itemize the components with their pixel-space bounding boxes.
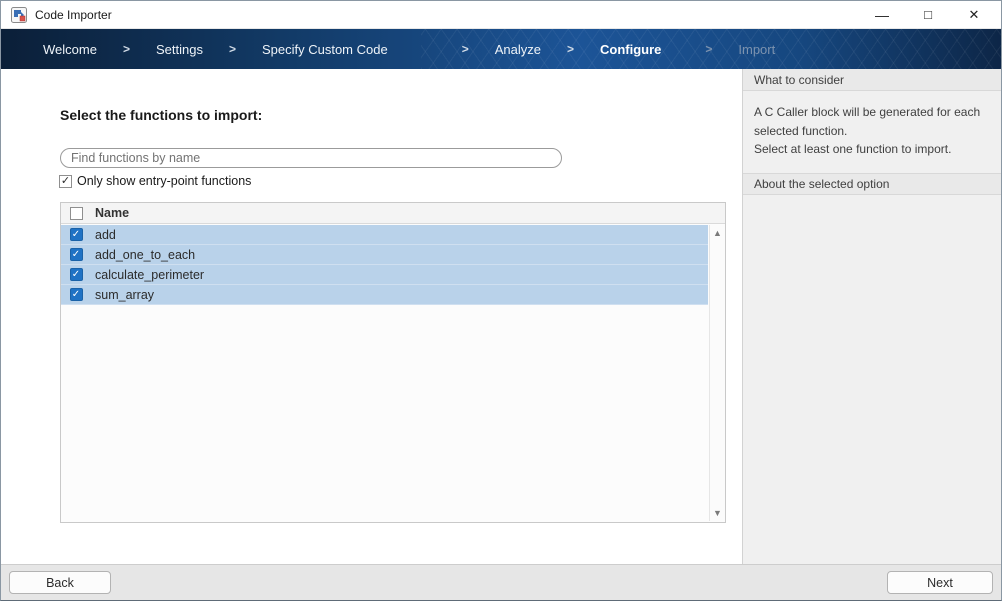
table-row[interactable]: ✓ add <box>61 225 708 245</box>
help-sidebar: What to consider A C Caller block will b… <box>742 69 1001 564</box>
about-selected-option-header: About the selected option <box>743 173 1001 195</box>
table-row[interactable]: ✓ calculate_perimeter <box>61 265 708 285</box>
consider-text-line: Select at least one function to import. <box>754 140 989 159</box>
scroll-down-icon[interactable]: ▼ <box>713 505 722 521</box>
maximize-button[interactable]: □ <box>905 1 951 28</box>
function-name: add_one_to_each <box>91 248 195 262</box>
functions-table: Name ✓ add ✓ add_one_to_each ✓ calculate_peri… <box>60 202 726 523</box>
table-header-row: Name <box>61 203 725 224</box>
footer-bar: Back Next <box>1 564 1001 600</box>
breadcrumb-separator: > <box>567 42 574 56</box>
what-to-consider-body: A C Caller block will be generated for e… <box>743 91 1001 173</box>
about-selected-option-body <box>743 195 1001 564</box>
minimize-button[interactable]: — <box>859 1 905 28</box>
table-scrollbar[interactable]: ▲ ▼ <box>709 225 725 521</box>
row-checkbox[interactable]: ✓ <box>70 228 83 241</box>
breadcrumb-step-specify-custom-code[interactable]: Specify Custom Code <box>262 42 388 57</box>
window-title: Code Importer <box>35 8 859 22</box>
breadcrumb-separator: > <box>123 42 130 56</box>
simulink-app-icon <box>11 7 27 23</box>
row-checkbox-cell: ✓ <box>61 228 91 241</box>
breadcrumb-step-configure[interactable]: Configure <box>600 42 661 57</box>
table-row[interactable]: ✓ sum_array <box>61 285 708 305</box>
code-importer-window: Code Importer — □ ✕ Welcome > Settings > Spe… <box>0 0 1002 601</box>
next-button[interactable]: Next <box>887 571 993 594</box>
breadcrumb-step-settings[interactable]: Settings <box>156 42 203 57</box>
title-bar: Code Importer — □ ✕ <box>1 1 1001 29</box>
wizard-breadcrumb: Welcome > Settings > Specify Custom Code > Ana… <box>1 29 1001 69</box>
name-column-header[interactable]: Name <box>91 206 129 220</box>
main-panel: Select the functions to import: ✓ Only s… <box>1 69 742 564</box>
row-checkbox[interactable]: ✓ <box>70 248 83 261</box>
search-input[interactable] <box>60 148 562 168</box>
entry-point-checkbox-label: Only show entry-point functions <box>77 174 251 188</box>
row-checkbox[interactable]: ✓ <box>70 268 83 281</box>
row-checkbox[interactable]: ✓ <box>70 288 83 301</box>
select-all-cell <box>61 207 91 220</box>
page-title: Select the functions to import: <box>60 107 726 123</box>
breadcrumb-separator: > <box>462 42 469 56</box>
row-checkbox-cell: ✓ <box>61 248 91 261</box>
scroll-up-icon[interactable]: ▲ <box>713 225 722 241</box>
select-all-checkbox[interactable] <box>70 207 83 220</box>
table-row[interactable]: ✓ add_one_to_each <box>61 245 708 265</box>
window-controls: — □ ✕ <box>859 1 1001 28</box>
what-to-consider-header: What to consider <box>743 69 1001 91</box>
breadcrumb-step-import[interactable]: Import <box>738 42 775 57</box>
breadcrumb-separator: > <box>229 42 236 56</box>
entry-point-filter[interactable]: ✓ Only show entry-point functions <box>59 174 726 188</box>
table-rows: ✓ add ✓ add_one_to_each ✓ calculate_perimeter… <box>61 225 708 305</box>
row-checkbox-cell: ✓ <box>61 268 91 281</box>
close-button[interactable]: ✕ <box>951 1 997 28</box>
breadcrumb-step-analyze[interactable]: Analyze <box>495 42 541 57</box>
function-name: calculate_perimeter <box>91 268 204 282</box>
function-name: add <box>91 228 116 242</box>
breadcrumb-separator: > <box>705 42 712 56</box>
entry-point-checkbox[interactable]: ✓ <box>59 175 72 188</box>
back-button[interactable]: Back <box>9 571 111 594</box>
consider-text-line: A C Caller block will be generated for e… <box>754 103 989 140</box>
breadcrumb-step-welcome[interactable]: Welcome <box>43 42 97 57</box>
row-checkbox-cell: ✓ <box>61 288 91 301</box>
function-name: sum_array <box>91 288 154 302</box>
body: Select the functions to import: ✓ Only s… <box>1 69 1001 564</box>
